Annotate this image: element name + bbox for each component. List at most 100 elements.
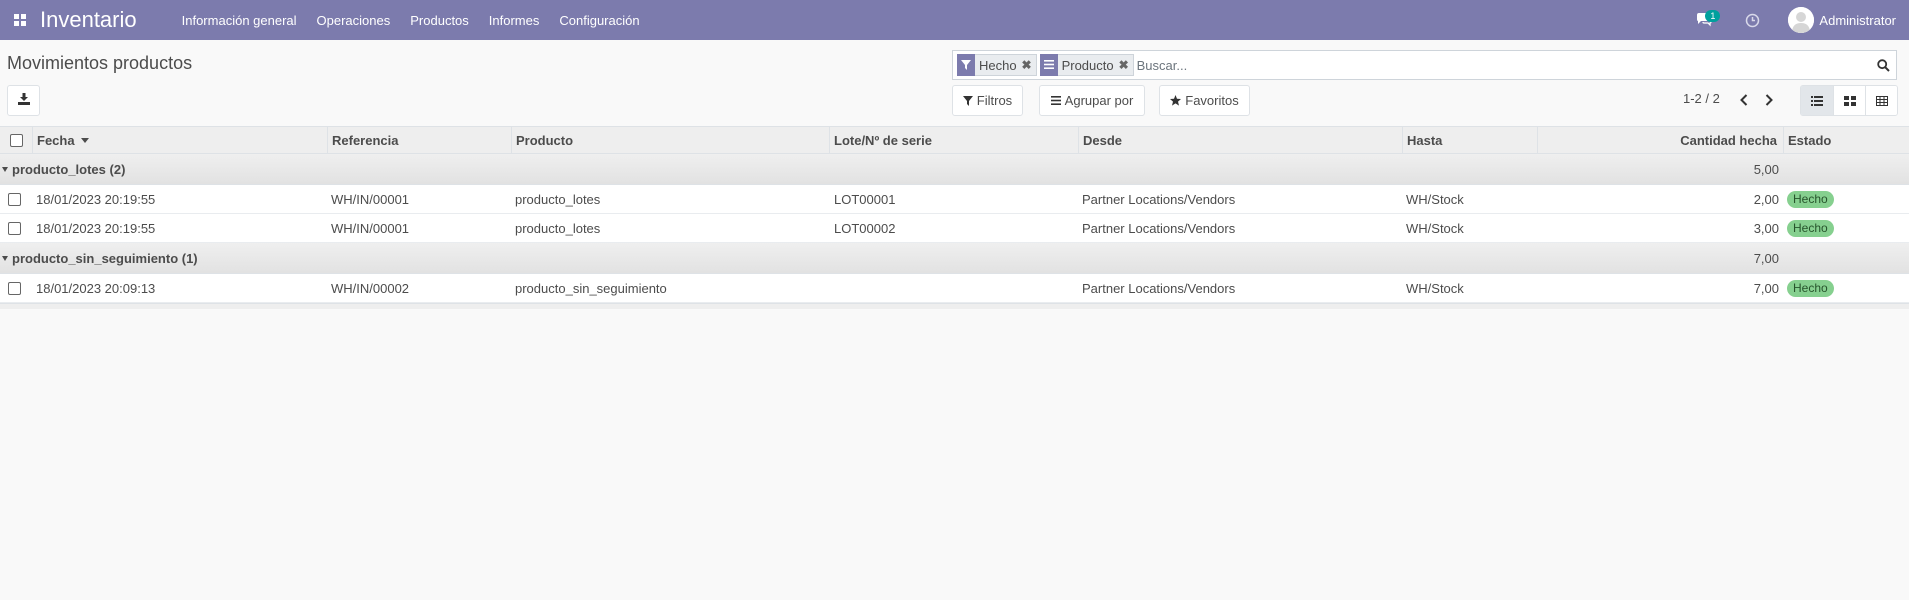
facet-remove-icon[interactable]: ✖ xyxy=(1117,58,1131,72)
column-header-estado[interactable]: Estado xyxy=(1783,127,1909,154)
menu-operaciones[interactable]: Operaciones xyxy=(317,13,391,28)
filters-label: Filtros xyxy=(976,93,1013,108)
row-checkbox[interactable] xyxy=(8,192,21,206)
facet-groupby-producto: Producto ✖ xyxy=(1039,53,1134,76)
column-label: Fecha xyxy=(37,133,75,148)
column-header-cantidad[interactable]: Cantidad hecha xyxy=(1537,127,1783,154)
status-badge: Hecho xyxy=(1787,279,1834,297)
select-all-checkbox[interactable] xyxy=(9,134,23,147)
pager-value[interactable]: 1-2 / 2 xyxy=(1683,91,1720,106)
group-name: producto_sin_seguimiento (1) xyxy=(12,250,198,266)
stock-moves-table: Fecha Referencia Producto Lote/Nº de ser… xyxy=(0,126,1909,309)
select-all-checkbox-cell xyxy=(0,127,32,154)
chevron-left-icon[interactable] xyxy=(1734,88,1754,112)
cell-hasta: WH/Stock xyxy=(1406,220,1464,236)
table-row[interactable]: 18/01/2023 20:09:13 WH/IN/00002 producto… xyxy=(0,274,1909,303)
status-badge: Hecho xyxy=(1787,219,1834,237)
kanban-view-icon[interactable] xyxy=(1833,86,1865,115)
table-footer xyxy=(0,303,1909,309)
view-switcher xyxy=(1800,85,1898,116)
group-row[interactable]: producto_sin_seguimiento (1) 7,00 xyxy=(0,243,1909,274)
cell-estado: Hecho xyxy=(1787,274,1834,302)
menu-informacion-general[interactable]: Información general xyxy=(182,13,297,28)
row-checkbox-cell xyxy=(8,185,21,213)
chevron-right-icon[interactable] xyxy=(1759,88,1779,112)
group-total: 7,00 xyxy=(1753,250,1779,266)
menu-configuracion[interactable]: Configuración xyxy=(559,13,639,28)
search-bar: Hecho ✖ Producto ✖ xyxy=(952,50,1897,80)
user-name[interactable]: Administrator xyxy=(1819,13,1896,28)
cell-hasta: WH/Stock xyxy=(1406,280,1464,296)
chat-icon[interactable]: 1 xyxy=(1694,10,1721,30)
row-checkbox[interactable] xyxy=(8,221,21,235)
filter-icon xyxy=(962,95,973,106)
facet-label: Producto xyxy=(1061,57,1114,73)
search-input[interactable] xyxy=(1136,52,1870,78)
download-button[interactable] xyxy=(7,85,40,116)
column-header-lote[interactable]: Lote/Nº de serie xyxy=(829,127,1078,154)
menu-informes[interactable]: Informes xyxy=(489,13,540,28)
top-navbar: Inventario Información general Operacion… xyxy=(0,0,1909,40)
clock-icon[interactable] xyxy=(1742,10,1762,30)
cell-referencia: WH/IN/00002 xyxy=(331,280,410,296)
group-by-label: Agrupar por xyxy=(1064,93,1134,108)
cell-cantidad: 7,00 xyxy=(1753,280,1779,296)
list-view-icon[interactable] xyxy=(1801,86,1833,115)
group-toggle: producto_sin_seguimiento (1) xyxy=(2,243,198,273)
facet-remove-icon[interactable]: ✖ xyxy=(1020,58,1034,72)
sort-down-icon xyxy=(80,138,89,143)
column-header-referencia[interactable]: Referencia xyxy=(327,127,511,154)
chat-badge: 1 xyxy=(1705,10,1721,22)
search-icon[interactable] xyxy=(1870,51,1896,79)
column-header-fecha[interactable]: Fecha xyxy=(32,127,327,154)
row-checkbox[interactable] xyxy=(8,281,21,295)
cell-hasta: WH/Stock xyxy=(1406,191,1464,207)
row-checkbox-cell xyxy=(8,274,21,302)
cell-producto: producto_lotes xyxy=(515,191,601,207)
group-by-icon xyxy=(1050,96,1061,105)
cell-referencia: WH/IN/00001 xyxy=(331,220,410,236)
column-header-desde[interactable]: Desde xyxy=(1078,127,1402,154)
menu-productos[interactable]: Productos xyxy=(410,13,469,28)
group-by-icon xyxy=(1039,53,1058,76)
table-row[interactable]: 18/01/2023 20:19:55 WH/IN/00001 producto… xyxy=(0,214,1909,243)
cell-cantidad: 3,00 xyxy=(1753,220,1779,236)
cell-lote: LOT00001 xyxy=(834,191,896,207)
cell-fecha: 18/01/2023 20:09:13 xyxy=(36,280,156,296)
filters-button[interactable]: Filtros xyxy=(952,85,1023,116)
cell-producto: producto_sin_seguimiento xyxy=(515,280,667,296)
caret-down-icon xyxy=(2,166,8,172)
group-by-button[interactable]: Agrupar por xyxy=(1039,85,1145,116)
cell-producto: producto_lotes xyxy=(515,220,601,236)
cell-desde: Partner Locations/Vendors xyxy=(1082,280,1236,296)
cell-lote: LOT00002 xyxy=(834,220,896,236)
group-toggle: producto_lotes (2) xyxy=(2,154,125,184)
download-icon xyxy=(17,93,30,108)
cell-desde: Partner Locations/Vendors xyxy=(1082,191,1236,207)
filter-icon xyxy=(957,53,975,76)
pivot-view-icon[interactable] xyxy=(1865,86,1897,115)
app-brand[interactable]: Inventario xyxy=(40,7,137,33)
avatar[interactable] xyxy=(1788,7,1815,33)
column-header-producto[interactable]: Producto xyxy=(511,127,829,154)
row-checkbox-cell xyxy=(8,214,21,242)
favorites-button[interactable]: Favoritos xyxy=(1159,85,1250,116)
cell-cantidad: 2,00 xyxy=(1753,191,1779,207)
group-name: producto_lotes (2) xyxy=(12,161,126,177)
column-header-hasta[interactable]: Hasta xyxy=(1402,127,1537,154)
star-icon xyxy=(1170,95,1182,106)
facet-label: Hecho xyxy=(979,57,1017,73)
cell-desde: Partner Locations/Vendors xyxy=(1082,220,1236,236)
facet-filter-hecho: Hecho ✖ xyxy=(957,53,1037,76)
table-row[interactable]: 18/01/2023 20:19:55 WH/IN/00001 producto… xyxy=(0,185,1909,214)
page-title: Movimientos productos xyxy=(7,53,193,73)
cell-fecha: 18/01/2023 20:19:55 xyxy=(36,220,156,236)
cell-fecha: 18/01/2023 20:19:55 xyxy=(36,191,156,207)
cell-estado: Hecho xyxy=(1787,214,1834,242)
table-header: Fecha Referencia Producto Lote/Nº de ser… xyxy=(0,126,1909,154)
cell-referencia: WH/IN/00001 xyxy=(331,191,410,207)
apps-grid-icon[interactable] xyxy=(0,0,40,40)
favorites-label: Favoritos xyxy=(1185,93,1239,108)
caret-down-icon xyxy=(2,255,8,261)
group-row[interactable]: producto_lotes (2) 5,00 xyxy=(0,154,1909,185)
